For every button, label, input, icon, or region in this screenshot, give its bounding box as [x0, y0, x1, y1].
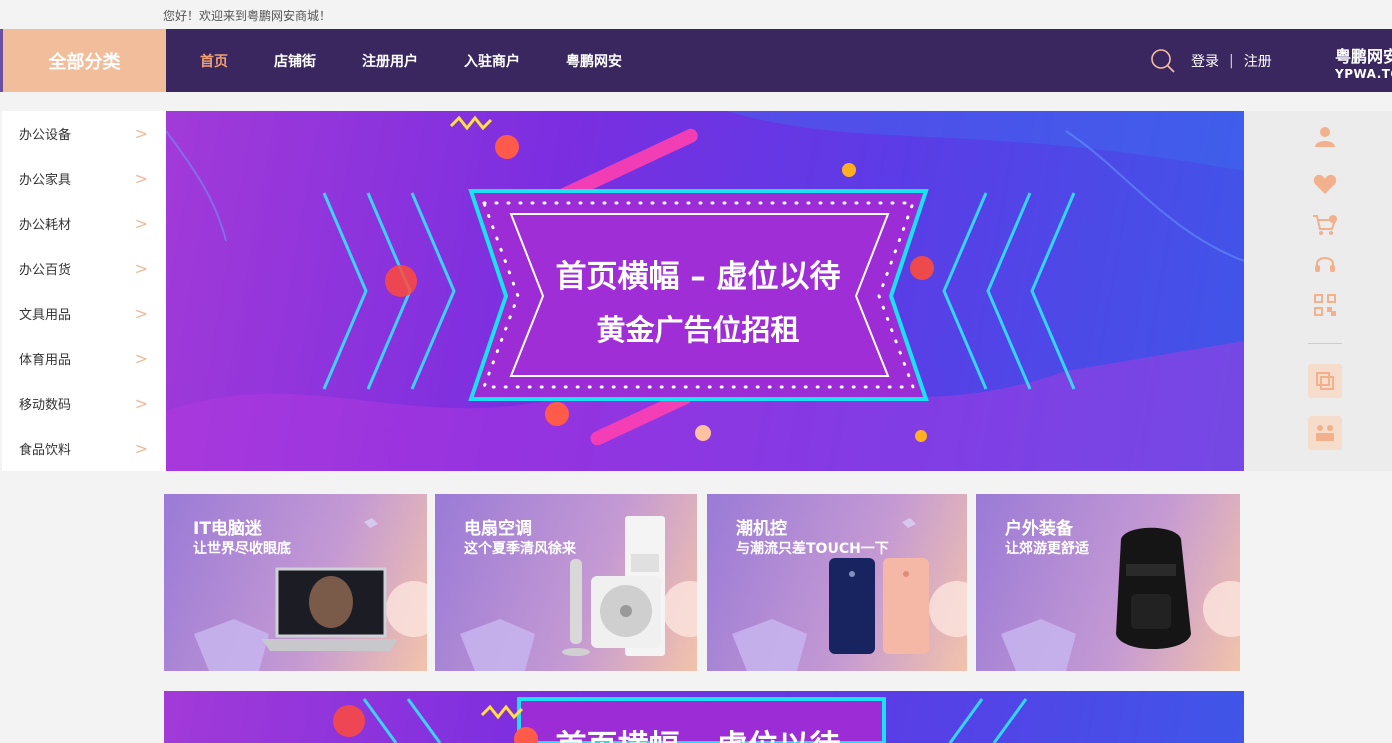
secondary-banner-headline: 首页横幅 – 虚位以待	[516, 721, 880, 743]
sidebar-item-stationery[interactable]: 文具用品 >	[2, 291, 166, 336]
nav-link-home[interactable]: 首页	[200, 51, 228, 71]
chevron-right-icon: >	[134, 439, 148, 458]
promo-subtitle: 这个夏季清风徐来	[464, 541, 576, 557]
promo-tile-phones[interactable]: 潮机控 与潮流只差TOUCH一下	[707, 494, 967, 671]
sidebar-item-digital[interactable]: 移动数码 >	[2, 381, 166, 426]
main-nav: 全部分类 首页 店铺街 注册用户 入驻商户 粤鹏网安 登录 | 注册 粤鹏网安 …	[0, 29, 1392, 92]
promo-title: IT电脑迷	[193, 519, 262, 539]
quick-access-divider	[1308, 343, 1342, 344]
sidebar-item-office-supplies[interactable]: 办公耗材 >	[2, 201, 166, 246]
promo-subtitle: 让世界尽收眼底	[193, 541, 291, 557]
people-icon[interactable]	[1308, 416, 1342, 450]
chevron-right-icon: >	[134, 124, 148, 143]
promo-title: 电扇空调	[464, 519, 532, 539]
auth-separator: |	[1229, 53, 1234, 69]
sidebar-item-label: 办公家具	[19, 173, 72, 188]
chevron-right-icon: >	[134, 259, 148, 278]
secondary-banner[interactable]: 首页横幅 – 虚位以待	[164, 691, 1244, 743]
brand-name-cn: 粤鹏网安	[1335, 47, 1392, 66]
brand-name-en: YPWA.TOP	[1335, 67, 1392, 81]
nav-link-merchant[interactable]: 入驻商户	[464, 51, 520, 71]
sidebar-item-office-goods[interactable]: 办公百货 >	[2, 246, 166, 291]
sidebar-item-sports[interactable]: 体育用品 >	[2, 336, 166, 381]
chevron-right-icon: >	[134, 349, 148, 368]
promo-tile-outdoor[interactable]: 户外装备 让郊游更舒适	[976, 494, 1240, 671]
promo-subtitle: 与潮流只差TOUCH一下	[736, 541, 889, 557]
user-icon[interactable]	[1312, 123, 1338, 149]
quick-access-bar	[1244, 111, 1392, 471]
sidebar-item-label: 办公耗材	[19, 218, 72, 233]
promo-tile-computers[interactable]: IT电脑迷 让世界尽收眼底	[164, 494, 427, 671]
sidebar-item-food[interactable]: 食品饮料 >	[2, 426, 166, 471]
sidebar-item-label: 文具用品	[19, 308, 72, 323]
sidebar-item-office-equipment[interactable]: 办公设备 >	[2, 111, 166, 156]
chevron-right-icon: >	[134, 169, 148, 188]
nav-link-ypwa[interactable]: 粤鹏网安	[566, 51, 622, 71]
brand-logo[interactable]: 粤鹏网安 YPWA.TOP	[1335, 43, 1392, 81]
promo-title: 户外装备	[1005, 519, 1073, 539]
sidebar-item-label: 移动数码	[19, 398, 72, 413]
heart-icon[interactable]	[1312, 171, 1338, 197]
cart-icon[interactable]	[1312, 212, 1338, 238]
qrcode-icon[interactable]	[1312, 292, 1338, 318]
copy-icon[interactable]	[1308, 364, 1342, 398]
auth-links: 登录 | 注册	[1191, 51, 1272, 71]
banner-headline: 首页横幅 – 虚位以待	[555, 259, 841, 295]
welcome-text: 您好！欢迎来到粤鹏网安商城！	[163, 9, 332, 23]
promo-title: 潮机控	[736, 519, 787, 539]
sidebar-item-label: 办公设备	[19, 128, 72, 143]
sidebar-item-label: 食品饮料	[19, 443, 72, 458]
promo-subtitle: 让郊游更舒适	[1005, 541, 1089, 557]
nav-links: 首页 店铺街 注册用户 入驻商户 粤鹏网安	[200, 29, 668, 92]
all-categories-button[interactable]: 全部分类	[0, 29, 166, 92]
category-sidebar: 办公设备 > 办公家具 > 办公耗材 > 办公百货 > 文具用品 > 体育用品 > 移动数码…	[2, 111, 166, 471]
register-link[interactable]: 注册	[1244, 51, 1272, 71]
top-welcome-bar: 您好！欢迎来到粤鹏网安商城！	[0, 0, 1392, 29]
headset-icon[interactable]	[1312, 252, 1338, 278]
banner-subheadline: 黄金广告位招租	[596, 313, 800, 347]
sidebar-item-office-furniture[interactable]: 办公家具 >	[2, 156, 166, 201]
search-icon[interactable]	[1150, 48, 1176, 74]
nav-link-shops[interactable]: 店铺街	[274, 51, 316, 71]
hero-banner[interactable]: 首页横幅 – 虚位以待 黄金广告位招租	[166, 111, 1244, 471]
chevron-right-icon: >	[134, 304, 148, 323]
sidebar-item-label: 办公百货	[19, 263, 72, 278]
promo-tile-fans[interactable]: 电扇空调 这个夏季清风徐来	[435, 494, 697, 671]
chevron-right-icon: >	[134, 394, 148, 413]
sidebar-item-label: 体育用品	[19, 353, 72, 368]
login-link[interactable]: 登录	[1191, 51, 1219, 71]
chevron-right-icon: >	[134, 214, 148, 233]
nav-link-register-user[interactable]: 注册用户	[362, 51, 418, 71]
